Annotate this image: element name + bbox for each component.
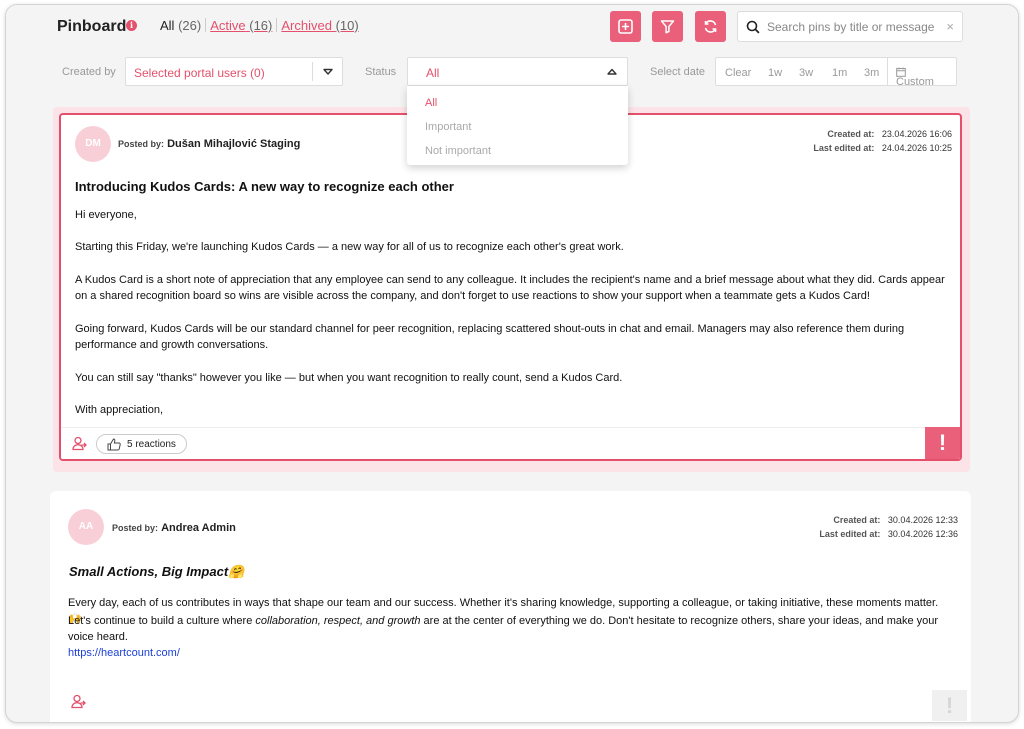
tab-all-label: All — [160, 18, 175, 33]
tab-active-count: (16) — [249, 18, 273, 33]
created-label: Created at: — [833, 515, 881, 525]
emphasized-text: collaboration, respect, and growth — [255, 615, 421, 627]
date-clear-button[interactable]: Clear — [725, 67, 751, 79]
avatar: DM — [75, 126, 111, 162]
posted-by-label: Posted by: — [118, 139, 165, 149]
pin-link[interactable]: https://heartcount.com/ — [68, 647, 180, 659]
edited-date: 30.04.2026 12:36 — [887, 529, 958, 539]
pin-dates: Created at: 30.04.2026 12:33 Last edited… — [819, 513, 958, 541]
refresh-icon — [704, 20, 717, 33]
thumbs-up-icon — [107, 438, 121, 451]
created-label: Created at: — [827, 129, 875, 139]
created-by-select[interactable]: Selected portal users (0) — [125, 57, 343, 86]
chevron-down-icon — [312, 62, 342, 81]
pin-paragraph: A Kudos Card is a short note of apprecia… — [75, 274, 945, 302]
tab-active-label: Active — [210, 18, 246, 33]
tab-active[interactable]: Active (16) — [210, 18, 272, 33]
posted-by: Posted by: Andrea Admin — [112, 522, 236, 534]
pin-link-row: https://heartcount.com/ — [68, 645, 180, 661]
status-value: All — [426, 66, 440, 80]
tab-all[interactable]: All (26) — [160, 18, 201, 33]
date-range-picker: Clear 1w 3w 1m 3m Custom — [715, 57, 957, 88]
posted-by-label: Posted by: — [112, 523, 159, 533]
pin-paragraph-text: Let's continue to build a culture where — [68, 615, 256, 627]
app-window: Pinboard i All (26) Active (16) Archived (… — [5, 4, 1019, 723]
refresh-button[interactable] — [695, 11, 726, 42]
edited-label: Last edited at: — [813, 143, 875, 153]
pin-dates: Created at: 23.04.2026 16:06 Last edited… — [813, 127, 952, 155]
add-icon — [618, 19, 633, 34]
pin-card: DM Posted by: Dušan Mihajlović Staging C… — [59, 113, 962, 461]
created-date: 23.04.2026 16:06 — [881, 129, 952, 139]
author-name: Dušan Mihajlović Staging — [167, 138, 301, 150]
date-custom-label: Custom — [896, 76, 934, 88]
created-date: 30.04.2026 12:33 — [887, 515, 958, 525]
important-toggle-button[interactable]: ! — [925, 427, 960, 459]
reactions-button[interactable]: 5 reactions — [96, 434, 187, 454]
tab-divider — [205, 18, 207, 32]
search-input[interactable]: Search pins by title or message × — [737, 11, 963, 42]
pin-title: Small Actions, Big Impact🤗 — [69, 564, 244, 580]
pin-paragraph: You can still say "thanks" however you l… — [75, 372, 623, 384]
posted-by: Posted by: Dušan Mihajlović Staging — [118, 138, 300, 150]
date-divider — [887, 58, 888, 85]
chevron-up-icon — [597, 62, 627, 81]
tab-divider — [276, 18, 278, 32]
page-title: Pinboard — [57, 18, 127, 35]
avatar: AA — [68, 509, 104, 545]
filter-button[interactable] — [652, 11, 683, 42]
pin-paragraph: With appreciation, — [75, 404, 164, 416]
status-dropdown-menu: All Important Not important — [407, 86, 628, 165]
search-icon — [746, 20, 760, 34]
reactions-count: 5 reactions — [127, 439, 176, 450]
seen-by-icon[interactable] — [72, 436, 90, 452]
date-3w-button[interactable]: 3w — [799, 67, 813, 79]
status-option-important[interactable]: Important — [425, 121, 471, 133]
important-toggle-button[interactable]: ! — [932, 690, 967, 721]
tab-archived[interactable]: Archived (10) — [281, 18, 358, 33]
status-option-not-important[interactable]: Not important — [425, 145, 491, 157]
hugging-emoji: 🤗 — [228, 564, 245, 579]
add-pin-button[interactable] — [610, 11, 641, 42]
pin-paragraph: Let's continue to build a culture where … — [68, 613, 948, 645]
pin-footer: 5 reactions ! — [61, 427, 960, 459]
status-tabs: All (26) Active (16) Archived (10) — [160, 18, 359, 33]
search-placeholder: Search pins by title or message — [767, 20, 935, 34]
select-date-label: Select date — [650, 66, 706, 78]
tab-archived-count: (10) — [335, 18, 359, 33]
date-3m-button[interactable]: 3m — [864, 67, 879, 79]
filter-icon — [660, 20, 675, 34]
status-option-all[interactable]: All — [425, 97, 437, 109]
edited-label: Last edited at: — [819, 529, 881, 539]
status-label: Status — [365, 66, 397, 78]
date-1m-button[interactable]: 1m — [832, 67, 847, 79]
created-by-label: Created by — [62, 66, 116, 78]
clear-search-icon[interactable]: × — [946, 19, 954, 34]
pin-paragraph: Going forward, Kudos Cards will be our s… — [75, 323, 905, 351]
date-custom-button[interactable]: Custom — [896, 67, 934, 88]
seen-by-icon[interactable] — [71, 694, 89, 710]
edited-date: 24.04.2026 10:25 — [881, 143, 952, 153]
pin-title: Introducing Kudos Cards: A new way to re… — [75, 179, 454, 194]
pin-paragraph-text: Every day, each of us contributes in way… — [68, 597, 939, 609]
pin-card: AA Posted by: Andrea Admin Created at: 3… — [50, 491, 971, 722]
info-icon[interactable]: i — [126, 20, 137, 31]
pin-title-text: Small Actions, Big Impact — [69, 564, 229, 579]
status-select[interactable]: All — [407, 57, 628, 86]
tab-archived-label: Archived — [281, 18, 332, 33]
date-1w-button[interactable]: 1w — [768, 67, 782, 79]
tab-all-count: (26) — [178, 18, 202, 33]
created-by-value: Selected portal users (0) — [134, 66, 265, 80]
pin-paragraph: Hi everyone, — [75, 209, 137, 221]
pin-paragraph: Starting this Friday, we're launching Ku… — [75, 241, 624, 253]
author-name: Andrea Admin — [161, 522, 236, 534]
